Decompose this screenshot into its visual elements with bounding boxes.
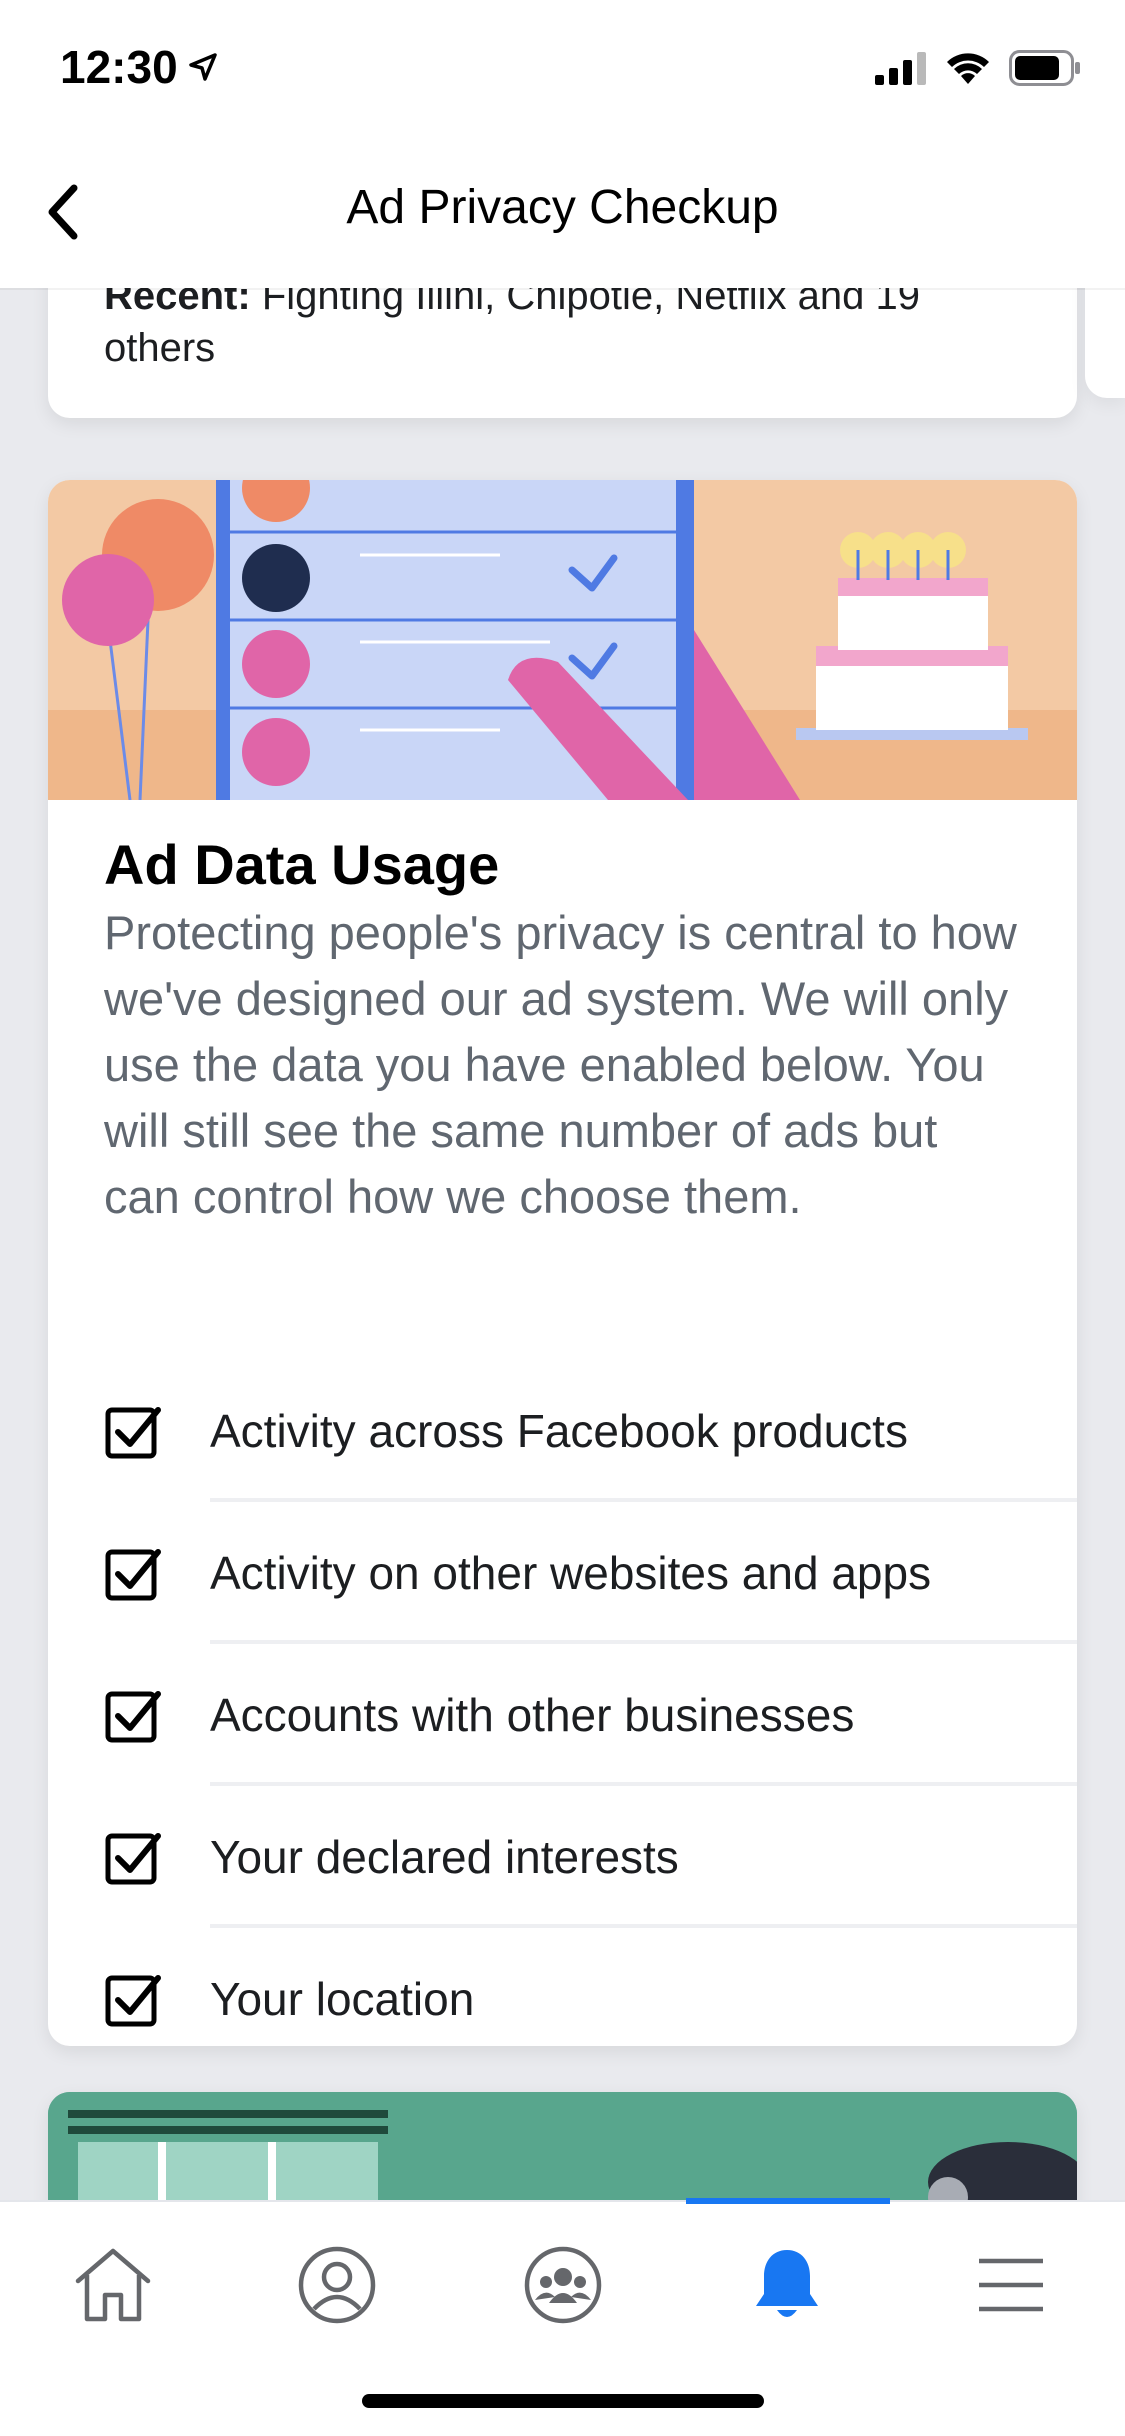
option-label: Your declared interests: [210, 1831, 679, 1883]
checkbox-checked-icon[interactable]: [104, 1828, 164, 1888]
ad-data-usage-card: Ad Data Usage Protecting people's privac…: [48, 480, 1077, 2046]
active-tab-indicator: [686, 2198, 890, 2204]
checkbox-checked-icon[interactable]: [104, 1970, 164, 2030]
scroll-content[interactable]: Recent: Fighting Illini, Chipotle, Netfl…: [0, 288, 1125, 2200]
status-indicators: [875, 50, 1081, 86]
checkbox-checked-icon[interactable]: [104, 1686, 164, 1746]
home-icon: [75, 2248, 151, 2322]
groups-icon: [524, 2246, 602, 2324]
data-options-list: Activity across Facebook products Activi…: [48, 1360, 1077, 2046]
profile-icon: [298, 2246, 376, 2324]
wifi-icon: [947, 53, 989, 84]
checkbox-checked-icon[interactable]: [104, 1402, 164, 1462]
menu-icon: [979, 2258, 1043, 2312]
status-bar: 12:30: [0, 0, 1125, 132]
recent-label: Recent:: [104, 288, 251, 318]
tab-groups[interactable]: [508, 2230, 618, 2340]
notifications-bell-icon: [756, 2250, 818, 2317]
status-time: 12:30: [60, 41, 178, 93]
option-label: Activity on other websites and apps: [210, 1547, 932, 1599]
section-heading: Ad Data Usage: [104, 833, 500, 896]
checkbox-checked-icon[interactable]: [104, 1544, 164, 1604]
section-description: Protecting people's privacy is central t…: [104, 906, 1017, 1223]
recent-interests-card: Recent: Fighting Illini, Chipotle, Netfl…: [48, 288, 1077, 418]
tab-notifications[interactable]: [732, 2230, 842, 2340]
option-row-location[interactable]: Your location: [48, 1928, 1077, 2046]
tab-profile[interactable]: [282, 2230, 392, 2340]
tab-home[interactable]: [58, 2230, 168, 2340]
battery-icon: [1009, 50, 1080, 86]
option-label: Accounts with other businesses: [210, 1689, 855, 1741]
option-row-declared-interests[interactable]: Your declared interests: [48, 1786, 1077, 1928]
next-section-card: [48, 2092, 1077, 2200]
tab-menu[interactable]: [956, 2230, 1066, 2340]
option-row-other-websites[interactable]: Activity on other websites and apps: [48, 1502, 1077, 1644]
next-section-illustration: [48, 2092, 1077, 2200]
option-label: Activity across Facebook products: [210, 1405, 908, 1457]
option-row-other-businesses[interactable]: Accounts with other businesses: [48, 1644, 1077, 1786]
page-title: Ad Privacy Checkup: [346, 181, 779, 234]
nav-header: Ad Privacy Checkup: [0, 132, 1125, 288]
ad-data-usage-illustration: [48, 480, 1077, 800]
home-indicator[interactable]: [362, 2394, 764, 2408]
option-row-facebook-products[interactable]: Activity across Facebook products: [48, 1360, 1077, 1502]
recent-interests-text: Recent: Fighting Illini, Chipotle, Netfl…: [104, 288, 997, 374]
option-label: Your location: [210, 1973, 475, 2025]
location-arrow-icon: [189, 53, 217, 81]
adjacent-card-edge: [1085, 288, 1125, 398]
cellular-signal-icon: [875, 52, 926, 85]
